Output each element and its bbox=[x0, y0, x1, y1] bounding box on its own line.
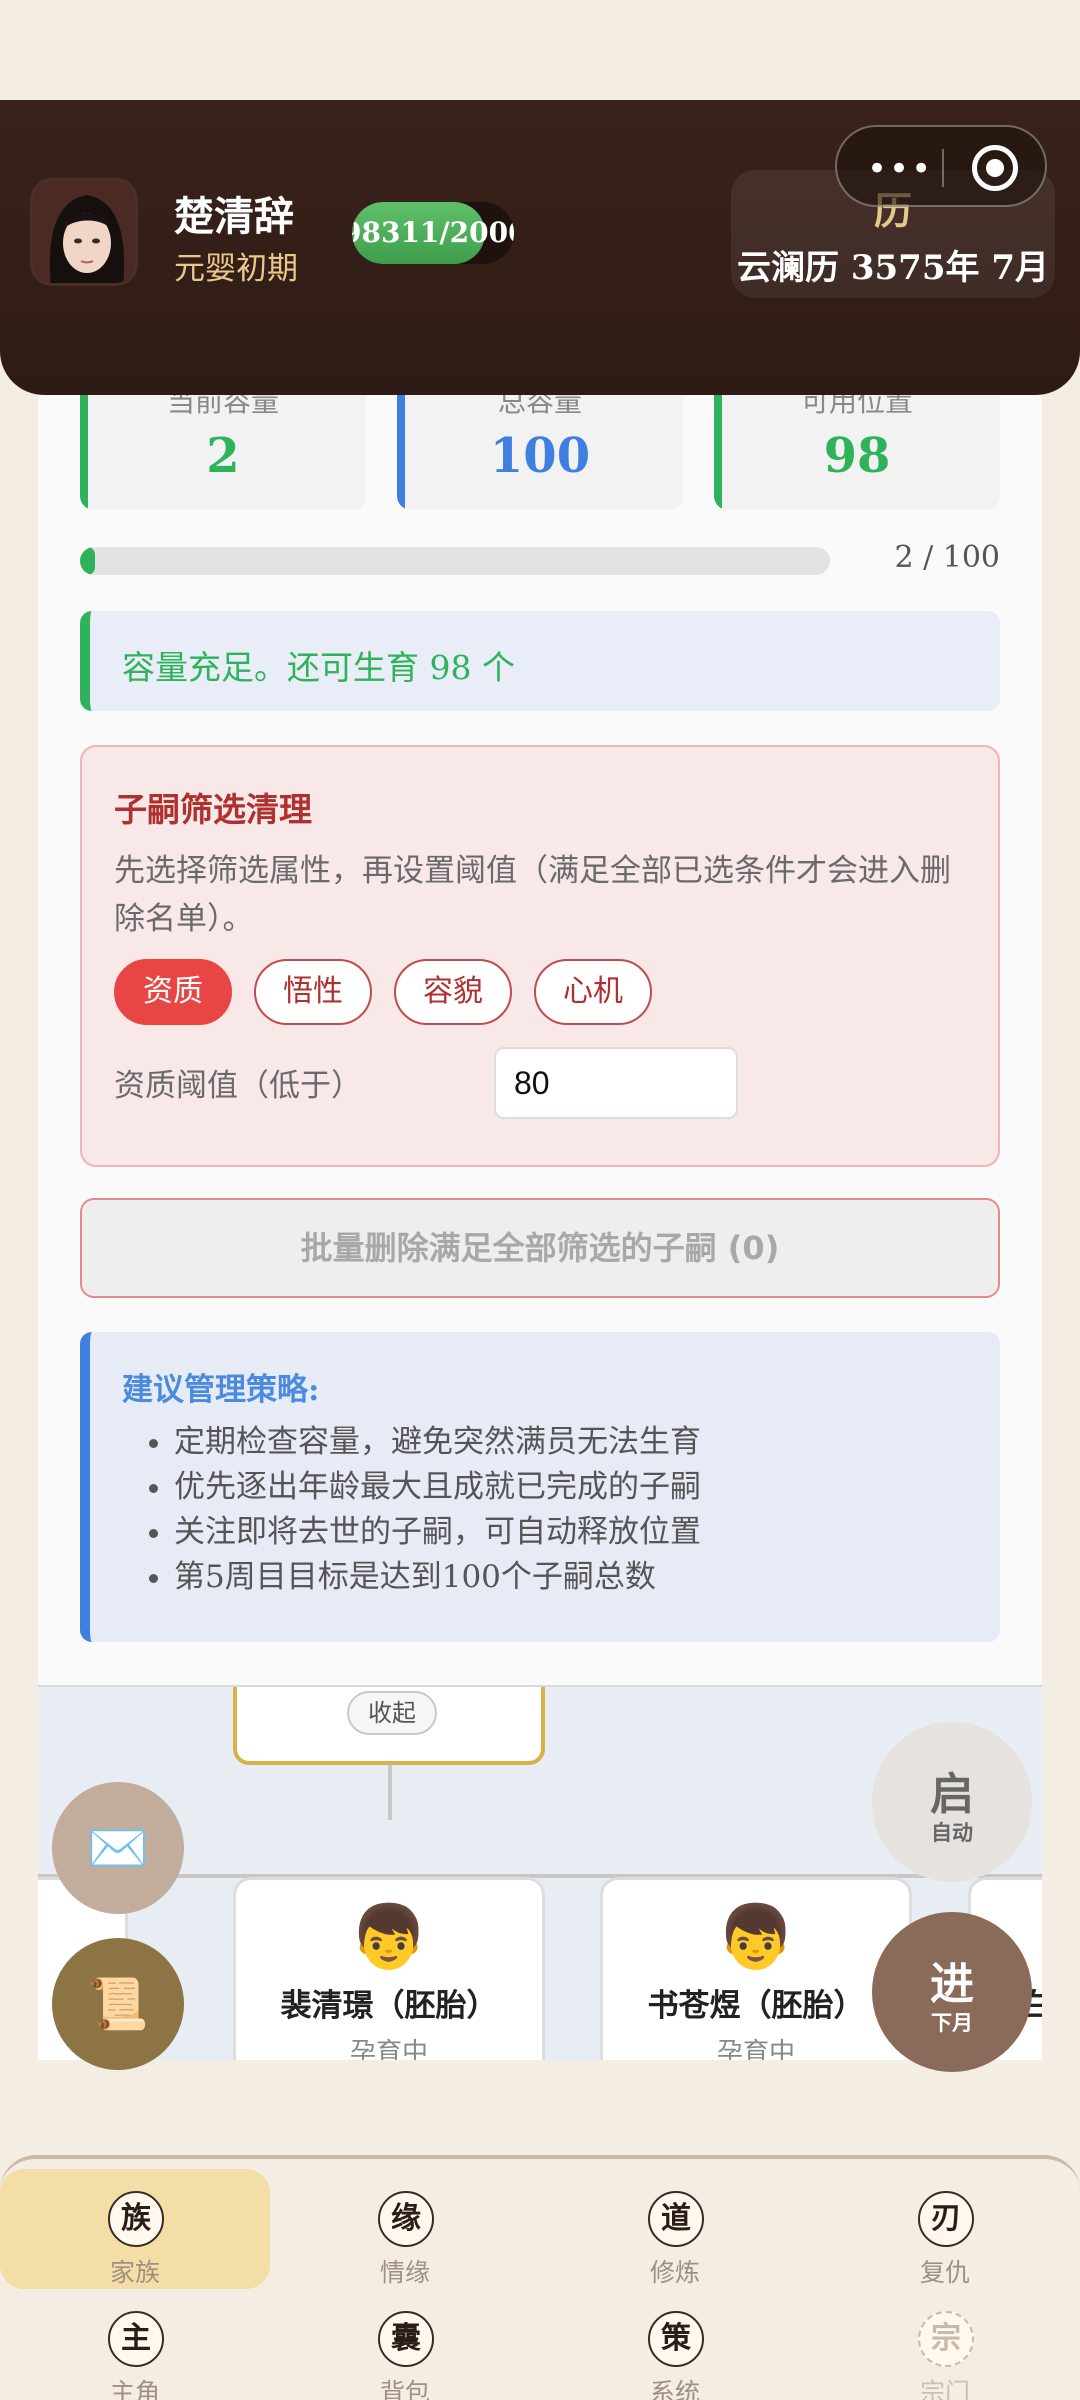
scroll-button[interactable]: 📜 bbox=[52, 1938, 184, 2070]
nav-family[interactable]: 族 家族 bbox=[0, 2169, 270, 2289]
threshold-input[interactable] bbox=[494, 1047, 738, 1119]
nav-system[interactable]: 策 系统 bbox=[540, 2289, 810, 2400]
player-realm: 元婴初期 bbox=[174, 251, 298, 287]
avatar-portrait-icon bbox=[33, 181, 135, 283]
protagonist-icon: 主 bbox=[108, 2311, 164, 2367]
collapse-button[interactable]: 收起 bbox=[347, 1691, 437, 1735]
player-avatar[interactable] bbox=[30, 178, 138, 286]
nav-label: 背包 bbox=[379, 2378, 430, 2400]
auto-advance-glyph: 启 bbox=[930, 1769, 974, 1820]
offspring-filter-box: 子嗣筛选清理 先选择筛选属性，再设置阈值（满足全部已选条件才会进入删除名单）。 … bbox=[80, 745, 1000, 1167]
child-name: 书苍煜（胚胎） bbox=[647, 1988, 865, 2024]
filter-chip-scheming[interactable]: 心机 bbox=[534, 959, 652, 1025]
scroll-icon: 📜 bbox=[86, 1975, 150, 2033]
child-name: 裴清璟（胚胎） bbox=[280, 1988, 498, 2024]
tree-connector-vertical bbox=[388, 1765, 392, 1820]
nav-label: 家族 bbox=[109, 2258, 160, 2287]
nav-revenge[interactable]: 刃 复仇 bbox=[810, 2169, 1080, 2289]
filter-chip-appearance[interactable]: 容貌 bbox=[394, 959, 512, 1025]
tips-item: 第5周目目标是达到100个子嗣总数 bbox=[174, 1555, 701, 1600]
bag-icon: 囊 bbox=[378, 2311, 434, 2367]
nav-protagonist[interactable]: 主 主角 bbox=[0, 2289, 270, 2400]
nav-label: 宗门 bbox=[919, 2378, 970, 2400]
filter-chip-aptitude[interactable]: 资质 bbox=[114, 959, 232, 1025]
capsule-divider bbox=[942, 149, 944, 187]
tips-list: 定期检查容量，避免突然满员无法生育 优先逐出年龄最大且成就已完成的子嗣 关注即将… bbox=[174, 1420, 701, 1600]
threshold-label: 资质阈值（低于） bbox=[114, 1068, 362, 1104]
player-header: 楚清辞 元婴初期 98311/20000 历 云澜历 3575年 7月 ••• bbox=[0, 100, 1080, 395]
cultivate-icon: 道 bbox=[648, 2191, 704, 2247]
stat-value: 100 bbox=[489, 428, 591, 484]
more-menu-icon[interactable]: ••• bbox=[867, 149, 933, 189]
nav-label: 复仇 bbox=[919, 2258, 970, 2287]
capacity-notice-text: 容量充足。还可生育 98 个 bbox=[122, 648, 515, 687]
sect-icon: 宗 bbox=[918, 2311, 974, 2367]
stat-value: 2 bbox=[206, 428, 240, 484]
child-card[interactable]: 👦 书苍煜（胚胎） 孕育中 bbox=[600, 1877, 912, 2060]
nav-label: 情缘 bbox=[379, 2258, 430, 2287]
romance-icon: 缘 bbox=[378, 2191, 434, 2247]
child-status: 孕育中 bbox=[716, 2038, 795, 2060]
stat-value: 98 bbox=[823, 428, 891, 484]
exp-text: 98311/20000 bbox=[352, 216, 514, 249]
tips-item: 关注即将去世的子嗣，可自动释放位置 bbox=[174, 1510, 701, 1555]
tips-title: 建议管理策略: bbox=[122, 1372, 320, 1408]
capacity-progress-fill bbox=[80, 547, 95, 575]
exp-bar: 98311/20000 bbox=[352, 202, 514, 264]
nav-label: 系统 bbox=[649, 2378, 700, 2400]
player-name: 楚清辞 bbox=[174, 193, 294, 240]
tips-item: 优先逐出年龄最大且成就已完成的子嗣 bbox=[174, 1465, 701, 1510]
tree-parent-node[interactable]: 收起 bbox=[233, 1687, 545, 1765]
child-status: 孕育中 bbox=[349, 2038, 428, 2060]
child-card[interactable]: 👦 裴清璟（胚胎） 孕育中 bbox=[233, 1877, 545, 2060]
nav-cultivate[interactable]: 道 修炼 bbox=[540, 2169, 810, 2289]
filter-chip-comprehension[interactable]: 悟性 bbox=[254, 959, 372, 1025]
capacity-panel: 当前容量 2 总容量 100 可用位置 98 2 / 100 容量充足。还可生育… bbox=[38, 340, 1042, 1685]
blade-icon: 刃 bbox=[918, 2191, 974, 2247]
capacity-progress-text: 2 / 100 bbox=[894, 540, 1000, 575]
mail-button[interactable]: ✉️ bbox=[52, 1782, 184, 1914]
calendar-date: 云澜历 3575年 7月 bbox=[737, 248, 1049, 288]
miniprogram-capsule: ••• bbox=[835, 125, 1047, 207]
management-tips: 建议管理策略: 定期检查容量，避免突然满员无法生育 优先逐出年龄最大且成就已完成… bbox=[80, 1332, 1000, 1642]
child-boy-icon: 👦 bbox=[350, 1900, 428, 1973]
nav-backpack[interactable]: 囊 背包 bbox=[270, 2289, 540, 2400]
close-miniprogram-icon[interactable] bbox=[972, 145, 1018, 191]
child-boy-icon: 👦 bbox=[717, 1900, 795, 1973]
next-month-glyph: 进 bbox=[930, 1959, 974, 2010]
auto-advance-button[interactable]: 启 自动 bbox=[872, 1722, 1032, 1882]
bottom-nav: 族 家族 缘 情缘 道 修炼 刃 复仇 主 主角 囊 背包 策 系统 宗 宗门 bbox=[0, 2155, 1080, 2400]
strategy-icon: 策 bbox=[648, 2311, 704, 2367]
filter-title: 子嗣筛选清理 bbox=[114, 790, 312, 829]
capacity-notice: 容量充足。还可生育 98 个 bbox=[80, 611, 1000, 711]
tips-item: 定期检查容量，避免突然满员无法生育 bbox=[174, 1420, 701, 1465]
filter-description: 先选择筛选属性，再设置阈值（满足全部已选条件才会进入删除名单）。 bbox=[114, 853, 951, 937]
bulk-delete-button[interactable]: 批量删除满足全部筛选的子嗣 (0) bbox=[80, 1198, 1000, 1298]
nav-sect[interactable]: 宗 宗门 bbox=[810, 2289, 1080, 2400]
next-month-label: 下月 bbox=[931, 2011, 973, 2035]
capacity-progress-bar bbox=[80, 547, 830, 575]
auto-advance-label: 自动 bbox=[931, 1821, 973, 1845]
next-month-button[interactable]: 进 下月 bbox=[872, 1912, 1032, 2072]
mail-icon: ✉️ bbox=[86, 1819, 150, 1877]
nav-label: 主角 bbox=[109, 2378, 160, 2400]
nav-romance[interactable]: 缘 情缘 bbox=[270, 2169, 540, 2289]
nav-label: 修炼 bbox=[649, 2258, 700, 2287]
family-icon: 族 bbox=[108, 2191, 164, 2247]
